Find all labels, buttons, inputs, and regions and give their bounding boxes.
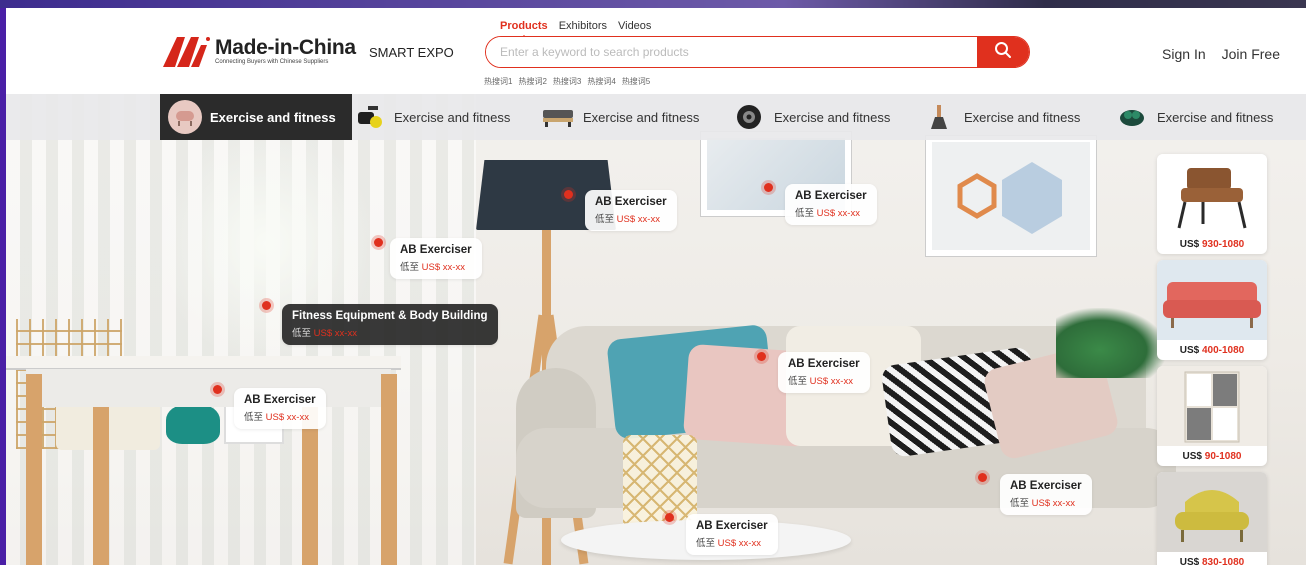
yellow-chair-image [1157,472,1267,552]
hotspot-dot[interactable] [262,301,271,310]
hotspot-dot[interactable] [213,385,222,394]
desk-leg [302,407,318,565]
product-price: US$ 830-1080 [1179,557,1245,565]
logo-title: Made-in-China [215,36,356,59]
hotspot-dot[interactable] [564,190,573,199]
exercise-bike-icon [352,100,386,134]
hotspot-price: 低至 US$ xx-xx [400,262,465,273]
tab-exhibitors[interactable]: Exhibitors [559,20,607,32]
top-strip [0,0,1306,8]
category-item[interactable]: Exercise and fitness [1115,94,1273,140]
hotspot-title: AB Exerciser [1010,480,1082,492]
category-label: Exercise and fitness [210,109,336,125]
category-item[interactable]: Exercise and fitness [160,94,352,140]
category-item[interactable]: Exercise and fitness [541,94,699,140]
product-price: US$ 90-1080 [1182,451,1242,462]
auth-links: Sign In Join Free [1162,46,1280,62]
hotspot-title: Fitness Equipment & Body Building [292,310,488,322]
product-card[interactable]: US$ 400-1080 [1157,260,1267,360]
hotspot-dot[interactable] [757,352,766,361]
hero-scene [6,94,1306,565]
hotspot-title: AB Exerciser [244,394,316,406]
product-card[interactable]: US$ 930-1080 [1157,154,1267,254]
hotspot-price: 低至 US$ xx-xx [795,208,860,219]
hotspot-tag[interactable]: AB Exerciser 低至 US$ xx-xx [686,514,778,555]
hotspot-tag[interactable]: AB Exerciser 低至 US$ xx-xx [585,190,677,231]
category-label: Exercise and fitness [394,109,511,125]
hotspot-tag[interactable]: Fitness Equipment & Body Building 低至 US$… [282,304,498,345]
hotspot-dot[interactable] [978,473,987,482]
search-icon [994,41,1012,64]
header: Made-in-China Connecting Buyers with Chi… [6,8,1306,94]
logo-mark-icon [163,35,211,67]
hotspot-tag[interactable]: AB Exerciser 低至 US$ xx-xx [785,184,877,225]
search-tabs: Products Exhibitors Videos [500,20,651,39]
plant [1056,308,1166,378]
desk-leg [381,374,397,565]
search-input[interactable] [486,37,977,67]
desk-leg [26,374,42,565]
product-price: US$ 400-1080 [1179,345,1245,356]
category-bar: Exercise and fitness Exercise and fitnes… [6,94,1306,140]
hotspot-tag[interactable]: AB Exerciser 低至 US$ xx-xx [1000,474,1092,515]
join-free-link[interactable]: Join Free [1222,46,1280,62]
category-label: Exercise and fitness [774,109,891,125]
search-box [485,36,1030,68]
category-item[interactable]: Exercise and fitness [922,94,1080,140]
category-item[interactable]: Exercise and fitness [352,94,510,140]
teal-vase [166,404,220,444]
product-card[interactable]: US$ 830-1080 [1157,472,1267,565]
hotspot-dot[interactable] [665,513,674,522]
category-label: Exercise and fitness [964,109,1081,125]
desk-top [6,356,401,370]
bench-icon [541,100,575,134]
hotspot-title: AB Exerciser [788,358,860,370]
hotspot-title: AB Exerciser [595,196,667,208]
smart-expo-link[interactable]: SMART EXPO [369,45,454,60]
site-logo[interactable]: Made-in-China Connecting Buyers with Chi… [163,35,356,67]
cabinet-image [1157,366,1267,446]
category-label: Exercise and fitness [1157,109,1274,125]
hotspot-price: 低至 US$ xx-xx [696,538,761,549]
tab-products[interactable]: Products [500,20,548,39]
earbuds-icon [1115,100,1149,134]
hot-word[interactable]: 热搜词5 [622,76,650,87]
tab-videos[interactable]: Videos [618,20,651,32]
hot-word[interactable]: 热搜词2 [518,76,546,87]
hotspot-tag[interactable]: AB Exerciser 低至 US$ xx-xx [234,388,326,429]
hotspot-title: AB Exerciser [696,520,768,532]
hotspot-title: AB Exerciser [795,190,867,202]
hotspot-tag[interactable]: AB Exerciser 低至 US$ xx-xx [778,352,870,393]
wall-art-hexagon [926,136,1096,256]
product-card[interactable]: US$ 90-1080 [1157,366,1267,466]
hotspot-title: AB Exerciser [400,244,472,256]
hotspot-tag[interactable]: AB Exerciser 低至 US$ xx-xx [390,238,482,279]
hot-words: 热搜词1 热搜词2 热搜词3 热搜词4 热搜词5 [484,76,650,87]
hotspot-dot[interactable] [764,183,773,192]
search-button[interactable] [977,37,1029,67]
hotspot-dot[interactable] [374,238,383,247]
page-frame: Made-in-China Connecting Buyers with Chi… [6,8,1306,565]
category-label: Exercise and fitness [583,109,700,125]
hotspot-price: 低至 US$ xx-xx [1010,498,1075,509]
category-item[interactable]: Exercise and fitness [732,94,890,140]
hot-word[interactable]: 热搜词4 [587,76,615,87]
hot-word[interactable]: 热搜词3 [553,76,581,87]
logo-subtitle: Connecting Buyers with Chinese Suppliers [215,59,329,65]
armchair-image [1157,154,1267,234]
chair-icon [168,100,202,134]
tire-icon [732,100,766,134]
hotspot-price: 低至 US$ xx-xx [788,376,853,387]
hot-word[interactable]: 热搜词1 [484,76,512,87]
product-price: US$ 930-1080 [1179,239,1245,250]
hotspot-price: 低至 US$ xx-xx [595,214,660,225]
desk-leg [93,407,109,565]
lamp-icon [922,100,956,134]
desk-drawer [26,369,391,407]
sofa-image [1157,260,1267,340]
hotspot-price: 低至 US$ xx-xx [292,328,357,339]
sign-in-link[interactable]: Sign In [1162,46,1206,62]
hotspot-price: 低至 US$ xx-xx [244,412,309,423]
